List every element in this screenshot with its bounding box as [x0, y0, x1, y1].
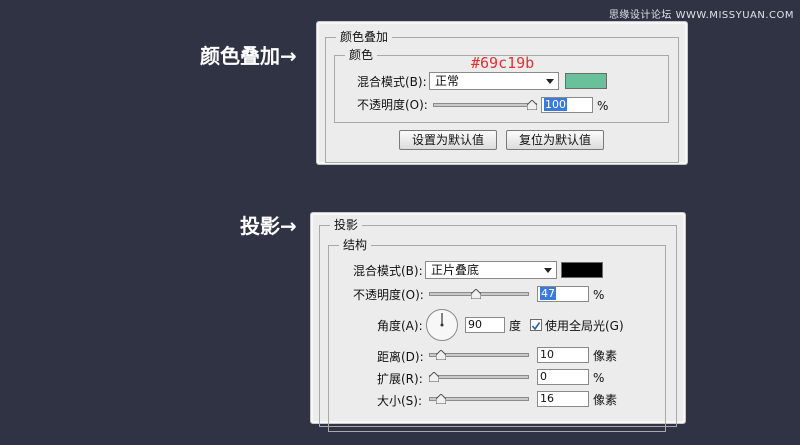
- spread-value: 0: [540, 370, 547, 383]
- drop-shadow-title: 投影: [330, 218, 363, 232]
- global-light-checkbox[interactable]: [530, 319, 542, 331]
- shadow-opacity-input[interactable]: 47: [537, 286, 589, 302]
- blend-mode-value: 正常: [435, 74, 460, 88]
- spread-label: 扩展(R):: [377, 372, 423, 386]
- size-label: 大小(S):: [377, 394, 423, 408]
- blend-mode-label: 混合模式(B):: [357, 75, 427, 89]
- angle-value: 90: [468, 318, 482, 331]
- angle-input[interactable]: 90: [465, 317, 505, 333]
- color-overlay-side-label: 颜色叠加→: [200, 44, 297, 68]
- color-overlay-panel: 颜色叠加 颜色 #69c19b 混合模式(B): 正常 不透明度(O): 100…: [316, 21, 688, 165]
- opacity-input[interactable]: 100: [541, 97, 593, 113]
- angle-unit: 度: [509, 319, 522, 333]
- size-unit: 像素: [593, 393, 618, 407]
- hex-annotation: #69c19b: [471, 54, 535, 72]
- opacity-slider-track[interactable]: [433, 103, 537, 107]
- shadow-opacity-label: 不透明度(O):: [353, 288, 424, 302]
- shadow-blend-mode-select[interactable]: 正片叠底: [425, 261, 557, 279]
- chevron-down-icon: [544, 268, 552, 273]
- size-input[interactable]: 16: [537, 391, 589, 407]
- shadow-blend-mode-value: 正片叠底: [431, 263, 480, 277]
- size-slider-thumb[interactable]: [436, 394, 447, 404]
- angle-label: 角度(A):: [377, 319, 423, 333]
- structure-section-title: 结构: [339, 238, 372, 252]
- opacity-slider-thumb[interactable]: [527, 100, 537, 110]
- spread-input[interactable]: 0: [537, 369, 589, 385]
- spread-unit: %: [593, 371, 605, 385]
- shadow-opacity-value: 47: [540, 287, 556, 300]
- size-value: 16: [540, 392, 554, 405]
- distance-slider-thumb[interactable]: [436, 350, 447, 360]
- distance-input[interactable]: 10: [537, 347, 589, 363]
- color-section-title: 颜色: [345, 48, 378, 62]
- opacity-unit: %: [597, 99, 609, 113]
- angle-dial[interactable]: [425, 308, 459, 345]
- spread-slider-track[interactable]: [429, 375, 529, 379]
- reset-default-button[interactable]: 复位为默认值: [506, 130, 604, 150]
- opacity-value: 100: [544, 98, 567, 111]
- shadow-opacity-unit: %: [593, 288, 605, 302]
- distance-value: 10: [540, 348, 554, 361]
- drop-shadow-side-label: 投影→: [240, 214, 297, 238]
- blend-mode-select[interactable]: 正常: [429, 72, 559, 90]
- shadow-color-swatch[interactable]: [561, 262, 603, 278]
- distance-label: 距离(D):: [377, 350, 424, 364]
- color-overlay-title: 颜色叠加: [336, 30, 393, 44]
- set-default-button[interactable]: 设置为默认值: [399, 130, 497, 150]
- global-light-label: 使用全局光(G): [545, 319, 624, 333]
- color-swatch[interactable]: [565, 73, 607, 89]
- distance-unit: 像素: [593, 349, 618, 363]
- chevron-down-icon: [546, 79, 554, 84]
- opacity-label: 不透明度(O):: [357, 98, 428, 112]
- watermark: 思缘设计论坛 WWW.MISSYUAN.COM: [608, 10, 794, 21]
- shadow-opacity-slider-thumb[interactable]: [471, 289, 482, 299]
- spread-slider-thumb[interactable]: [429, 372, 439, 382]
- shadow-blend-mode-label: 混合模式(B):: [353, 264, 423, 278]
- drop-shadow-panel: 投影 结构 混合模式(B): 正片叠底 不透明度(O): 47 % 角度(A):…: [310, 212, 686, 432]
